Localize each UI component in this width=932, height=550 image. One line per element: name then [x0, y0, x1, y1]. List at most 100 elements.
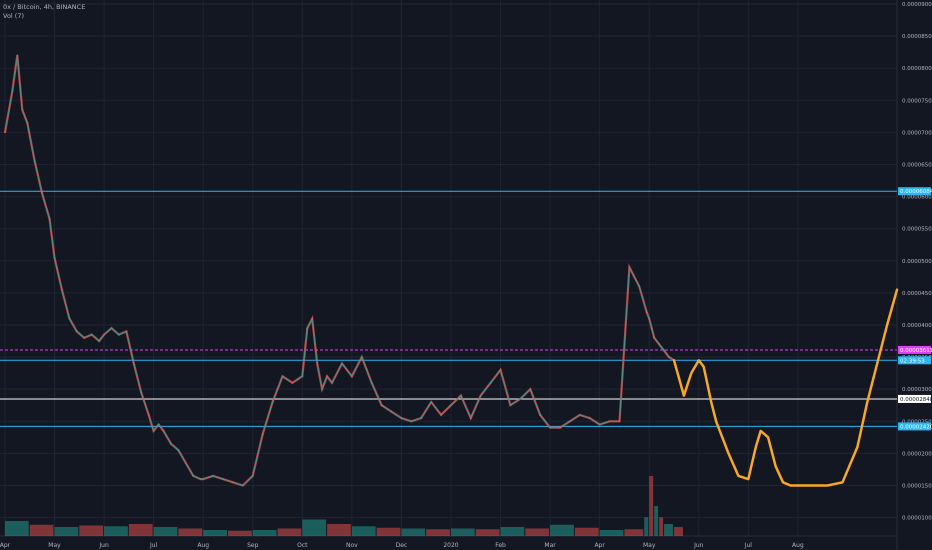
price-point	[459, 394, 462, 397]
price-point	[578, 413, 581, 416]
price-point	[140, 391, 143, 394]
price-point	[177, 449, 180, 452]
volume-bar	[624, 529, 644, 536]
volume-bar	[203, 530, 227, 536]
price-point	[618, 420, 621, 423]
price-tag-label: 0.00002848	[900, 397, 932, 403]
price-chart[interactable]: 0.00009000 0.00008500 0.00008000 0.00007500…	[0, 0, 932, 550]
price-point	[251, 474, 254, 477]
volume-bar	[654, 506, 659, 536]
y-tick-label: 0.00004000	[902, 323, 932, 329]
y-tick-label: 0.00001500	[902, 483, 932, 489]
price-point	[241, 484, 244, 487]
volume-bar	[450, 528, 475, 536]
volume-bar	[128, 524, 153, 536]
price-point	[360, 356, 363, 358]
price-point	[68, 317, 71, 320]
price-point	[147, 413, 150, 416]
price-point	[598, 423, 601, 426]
volume-indicator-label[interactable]: Vol (7)	[3, 12, 85, 21]
price-point	[430, 401, 433, 403]
price-point	[341, 362, 343, 365]
price-point	[261, 433, 264, 436]
volume-bar	[525, 528, 550, 536]
price-point	[350, 375, 353, 378]
price-point	[232, 481, 234, 484]
x-tick-label: Apr	[0, 542, 11, 549]
price-point	[33, 160, 36, 163]
volume-bar	[550, 524, 574, 536]
y-tick-label: 0.00003000	[902, 387, 932, 393]
price-point	[98, 340, 101, 342]
price-point	[668, 356, 670, 358]
x-tick-label: Jun	[98, 542, 109, 549]
y-tick-label: 0.00004500	[902, 291, 932, 297]
price-point	[645, 311, 648, 314]
price-point	[539, 413, 542, 416]
price-point	[184, 462, 187, 464]
symbol-title[interactable]: 0x / Bitcoin, 4h, BINANCE	[3, 3, 85, 12]
volume-bar	[649, 476, 654, 536]
x-tick-label: Jul	[744, 542, 753, 549]
price-point	[380, 404, 383, 407]
price-point	[83, 336, 86, 339]
price-point	[301, 375, 304, 378]
price-tag-label: 0.00002420	[900, 424, 932, 430]
price-tag-label: 0.00006084	[900, 189, 932, 195]
volume-bar	[659, 517, 664, 536]
price-point	[118, 333, 120, 336]
price-point	[628, 266, 631, 269]
price-point	[125, 330, 128, 333]
price-point	[390, 410, 393, 413]
volume-bar	[79, 525, 104, 536]
price-point	[157, 423, 160, 426]
x-tick-label: Mar	[544, 542, 556, 549]
price-point	[16, 54, 19, 57]
price-point	[222, 478, 224, 480]
price-point	[291, 381, 294, 384]
y-tick-label: 0.00008000	[902, 66, 932, 72]
y-tick-label: 0.00005000	[902, 259, 932, 265]
x-tick-label: May	[48, 542, 61, 549]
volume-bar	[673, 527, 683, 536]
price-point	[311, 317, 314, 320]
volume-bar	[54, 527, 79, 536]
price-point	[199, 478, 202, 480]
price-point	[608, 420, 611, 423]
volume-bar	[599, 530, 624, 536]
price-point	[559, 426, 561, 429]
price-point	[162, 430, 165, 432]
volume-bar	[29, 524, 54, 536]
volume-bar	[351, 526, 376, 536]
x-tick-label: Dec	[396, 542, 408, 549]
price-point	[549, 426, 551, 429]
price-point	[569, 420, 571, 423]
volume-bar	[302, 519, 327, 536]
y-tick-label: 0.00006000	[902, 195, 932, 201]
x-tick-label: May	[643, 542, 656, 549]
x-tick-label: Aug	[197, 542, 209, 549]
volume-bar	[153, 527, 178, 536]
price-point	[420, 417, 423, 419]
y-tick-label: 0.00007500	[902, 98, 932, 104]
price-point	[479, 394, 482, 397]
volume-bar	[4, 521, 29, 536]
price-point	[509, 404, 512, 407]
price-point	[90, 333, 93, 336]
price-point	[41, 192, 44, 195]
price-point	[648, 317, 651, 320]
volume-bar	[426, 529, 450, 536]
price-point	[410, 420, 413, 423]
price-point	[21, 109, 24, 111]
price-point	[103, 333, 105, 336]
price-point	[61, 288, 63, 291]
price-point	[519, 397, 522, 400]
price-point	[529, 388, 532, 391]
x-tick-label: 2020	[443, 542, 458, 549]
price-point	[26, 121, 29, 124]
y-tick-label: 0.00006500	[902, 162, 932, 168]
price-point	[48, 218, 51, 220]
price-point	[469, 417, 472, 419]
price-point	[4, 131, 6, 134]
volume-bar	[376, 527, 401, 536]
